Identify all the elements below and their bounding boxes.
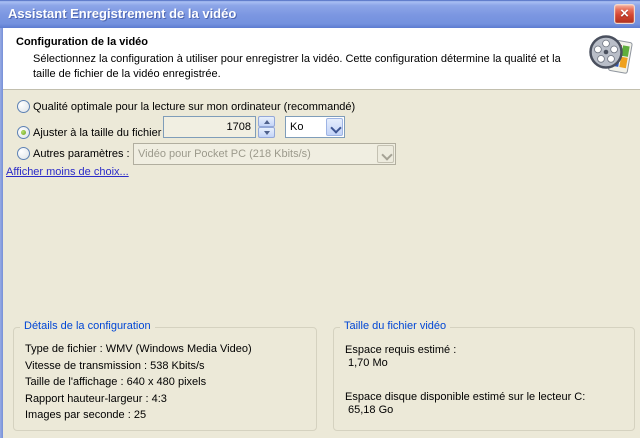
radio-fit-file-size-label[interactable]: Ajuster à la taille du fichier :: [33, 127, 168, 140]
preset-select-value: Vidéo pour Pocket PC (218 Kbits/s): [138, 148, 311, 160]
close-button[interactable]: ×: [614, 4, 635, 24]
space-required-value: 1,70 Mo: [348, 357, 388, 369]
configuration-details-group: Détails de la configuration Type de fich…: [13, 320, 317, 431]
space-required-label: Espace requis estimé :: [345, 344, 457, 356]
chevron-down-icon: [380, 148, 393, 161]
window-title: Assistant Enregistrement de la vidéo: [8, 6, 237, 21]
wizard-dialog: Assistant Enregistrement de la vidéo × C…: [0, 0, 640, 438]
radio-fit-file-size[interactable]: [17, 126, 30, 139]
chevron-down-icon: [329, 121, 342, 134]
unit-select-dropdown-button[interactable]: [326, 118, 343, 136]
file-size-spinner: [258, 116, 275, 138]
file-size-input[interactable]: [163, 116, 256, 138]
show-fewer-choices-link[interactable]: Afficher moins de choix...: [6, 166, 129, 178]
detail-line-file-type: Type de fichier : WMV (Windows Media Vid…: [25, 343, 252, 355]
unit-select-value: Ko: [290, 121, 304, 133]
titlebar[interactable]: Assistant Enregistrement de la vidéo ×: [0, 0, 640, 28]
arrow-up-icon: [263, 119, 270, 124]
radio-best-quality[interactable]: [17, 100, 30, 113]
close-icon: ×: [620, 5, 629, 22]
configuration-details-title: Détails de la configuration: [20, 320, 155, 332]
configuration-details-content: Type de fichier : WMV (Windows Media Vid…: [25, 341, 312, 424]
space-available-label: Espace disque disponible estimé sur le l…: [345, 391, 586, 403]
wizard-header: Configuration de la vidéo Sélectionnez l…: [3, 28, 640, 90]
video-file-size-group: Taille du fichier vidéo Espace requis es…: [333, 320, 635, 431]
movie-maker-icon: [589, 32, 635, 83]
spin-down-button[interactable]: [258, 127, 275, 138]
detail-line-bitrate: Vitesse de transmission : 538 Kbits/s: [25, 359, 205, 372]
detail-line-fps: Images par seconde : 25: [25, 409, 147, 421]
radio-other-settings[interactable]: [17, 147, 30, 160]
radio-other-settings-label[interactable]: Autres paramètres :: [33, 148, 130, 161]
page-description: Sélectionnez la configuration à utiliser…: [33, 53, 561, 80]
space-available-value: 65,18 Go: [348, 404, 394, 416]
arrow-down-icon: [263, 130, 270, 135]
preset-select-dropdown-button: [377, 145, 394, 163]
detail-line-display-size: Taille de l'affichage : 640 x 480 pixels: [25, 376, 207, 388]
radio-best-quality-label[interactable]: Qualité optimale pour la lecture sur mon…: [33, 101, 355, 114]
detail-line-aspect-ratio: Rapport hauteur-largeur : 4:3: [25, 392, 167, 405]
unit-select[interactable]: Ko: [285, 116, 345, 138]
video-file-size-title: Taille du fichier vidéo: [340, 320, 451, 332]
page-title: Configuration de la vidéo: [16, 36, 149, 48]
preset-select: Vidéo pour Pocket PC (218 Kbits/s): [133, 143, 396, 165]
spin-up-button[interactable]: [258, 116, 275, 127]
